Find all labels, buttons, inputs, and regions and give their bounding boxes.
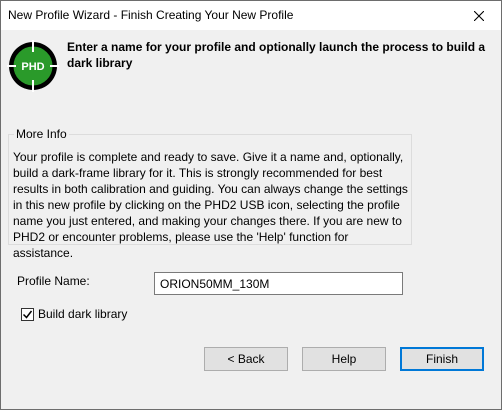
more-info-text: Your profile is complete and ready to sa… (13, 150, 408, 260)
profile-name-input[interactable] (154, 272, 403, 295)
close-button[interactable] (457, 1, 501, 30)
title-bar[interactable]: New Profile Wizard - Finish Creating You… (1, 1, 501, 30)
checkmark-icon (23, 310, 32, 319)
wizard-window: New Profile Wizard - Finish Creating You… (0, 0, 502, 410)
header-instruction: Enter a name for your profile and option… (67, 40, 486, 70)
window-title: New Profile Wizard - Finish Creating You… (8, 8, 294, 22)
profile-name-label: Profile Name: (17, 274, 90, 288)
build-dark-library-checkbox[interactable] (21, 307, 34, 321)
phd2-logo-icon: PHD (7, 40, 59, 92)
build-dark-library-checkbox-row[interactable]: Build dark library (21, 307, 127, 321)
back-button[interactable]: < Back (204, 347, 288, 371)
logo-text: PHD (21, 61, 44, 73)
close-icon (474, 10, 484, 21)
build-dark-library-label: Build dark library (38, 307, 128, 321)
finish-button[interactable]: Finish (400, 347, 484, 371)
help-button[interactable]: Help (302, 347, 386, 371)
more-info-legend: More Info (14, 127, 69, 141)
